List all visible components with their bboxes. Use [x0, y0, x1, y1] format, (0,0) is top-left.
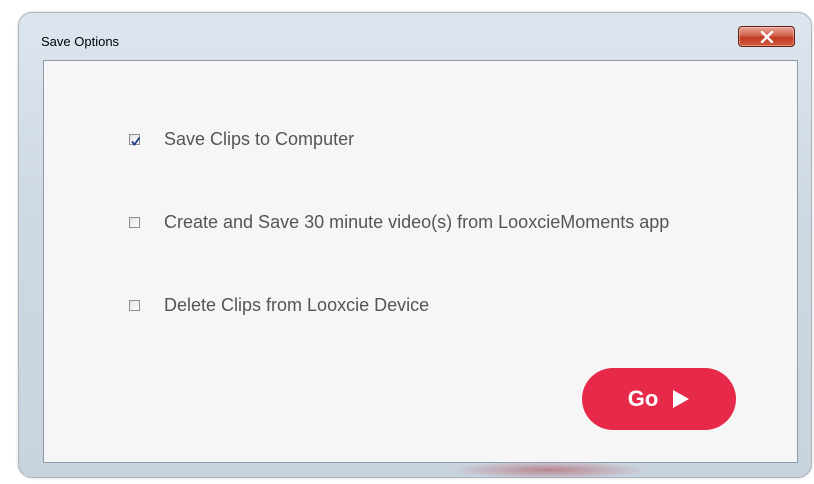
dialog-content: Save Clips to Computer Create and Save 3… — [43, 60, 798, 463]
create-30-minute-video-option[interactable]: Create and Save 30 minute video(s) from … — [129, 212, 669, 233]
title-bar[interactable]: Save Options — [19, 13, 811, 59]
window-title: Save Options — [41, 34, 120, 49]
delete-clips-option[interactable]: Delete Clips from Looxcie Device — [129, 295, 429, 316]
go-button[interactable]: Go — [582, 368, 736, 430]
create-video-label: Create and Save 30 minute video(s) from … — [164, 212, 670, 232]
save-clips-to-computer-option[interactable]: Save Clips to Computer — [129, 129, 354, 150]
delete-clips-label: Delete Clips from Looxcie Device — [164, 295, 430, 315]
checkmark-icon — [130, 134, 141, 152]
save-clips-checkbox[interactable] — [129, 134, 141, 146]
play-arrow-icon — [672, 389, 690, 409]
close-x-icon — [760, 30, 774, 43]
save-clips-label: Save Clips to Computer — [164, 129, 355, 149]
go-button-label: Go — [627, 386, 659, 411]
close-button[interactable] — [738, 26, 795, 47]
create-video-checkbox[interactable] — [129, 217, 140, 228]
delete-clips-checkbox[interactable] — [129, 300, 140, 311]
save-options-window: Save Options Save Clips to Computer Crea… — [18, 12, 812, 479]
